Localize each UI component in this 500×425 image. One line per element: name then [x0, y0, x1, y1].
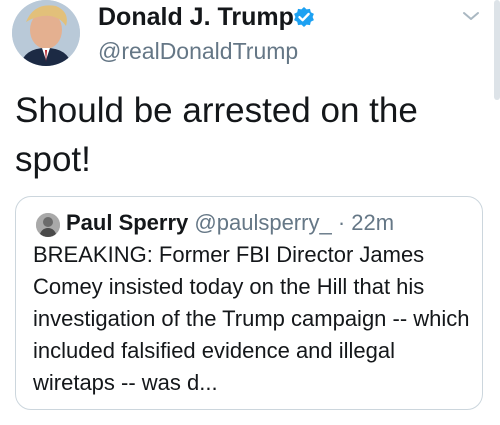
separator-dot: · [337, 210, 346, 235]
author-avatar-image [12, 0, 80, 66]
quoted-header: Paul Sperry @paulsperry_ · 22m [66, 207, 394, 239]
quoted-tweet-text: BREAKING: Former FBI Director James Come… [33, 242, 470, 395]
verified-badge-icon [294, 7, 314, 27]
scrollbar[interactable] [494, 0, 500, 100]
quoted-avatar-image [36, 213, 60, 237]
author-avatar[interactable] [12, 0, 80, 66]
author-name[interactable]: Donald J. Trump [98, 3, 294, 32]
quoted-author-avatar[interactable] [36, 213, 60, 237]
quoted-author-handle[interactable]: @paulsperry_ [194, 210, 331, 235]
tweet: Donald J. Trump @realDonaldTrump Should … [0, 0, 500, 425]
author-handle[interactable]: @realDonaldTrump [98, 38, 298, 65]
chevron-down-icon[interactable] [460, 8, 482, 24]
quoted-author-name[interactable]: Paul Sperry [66, 210, 188, 235]
quoted-timestamp[interactable]: 22m [351, 210, 394, 235]
tweet-text: Should be arrested on the spot! [15, 91, 418, 179]
quoted-tweet[interactable]: Paul Sperry @paulsperry_ · 22m BREAKING:… [15, 196, 483, 410]
